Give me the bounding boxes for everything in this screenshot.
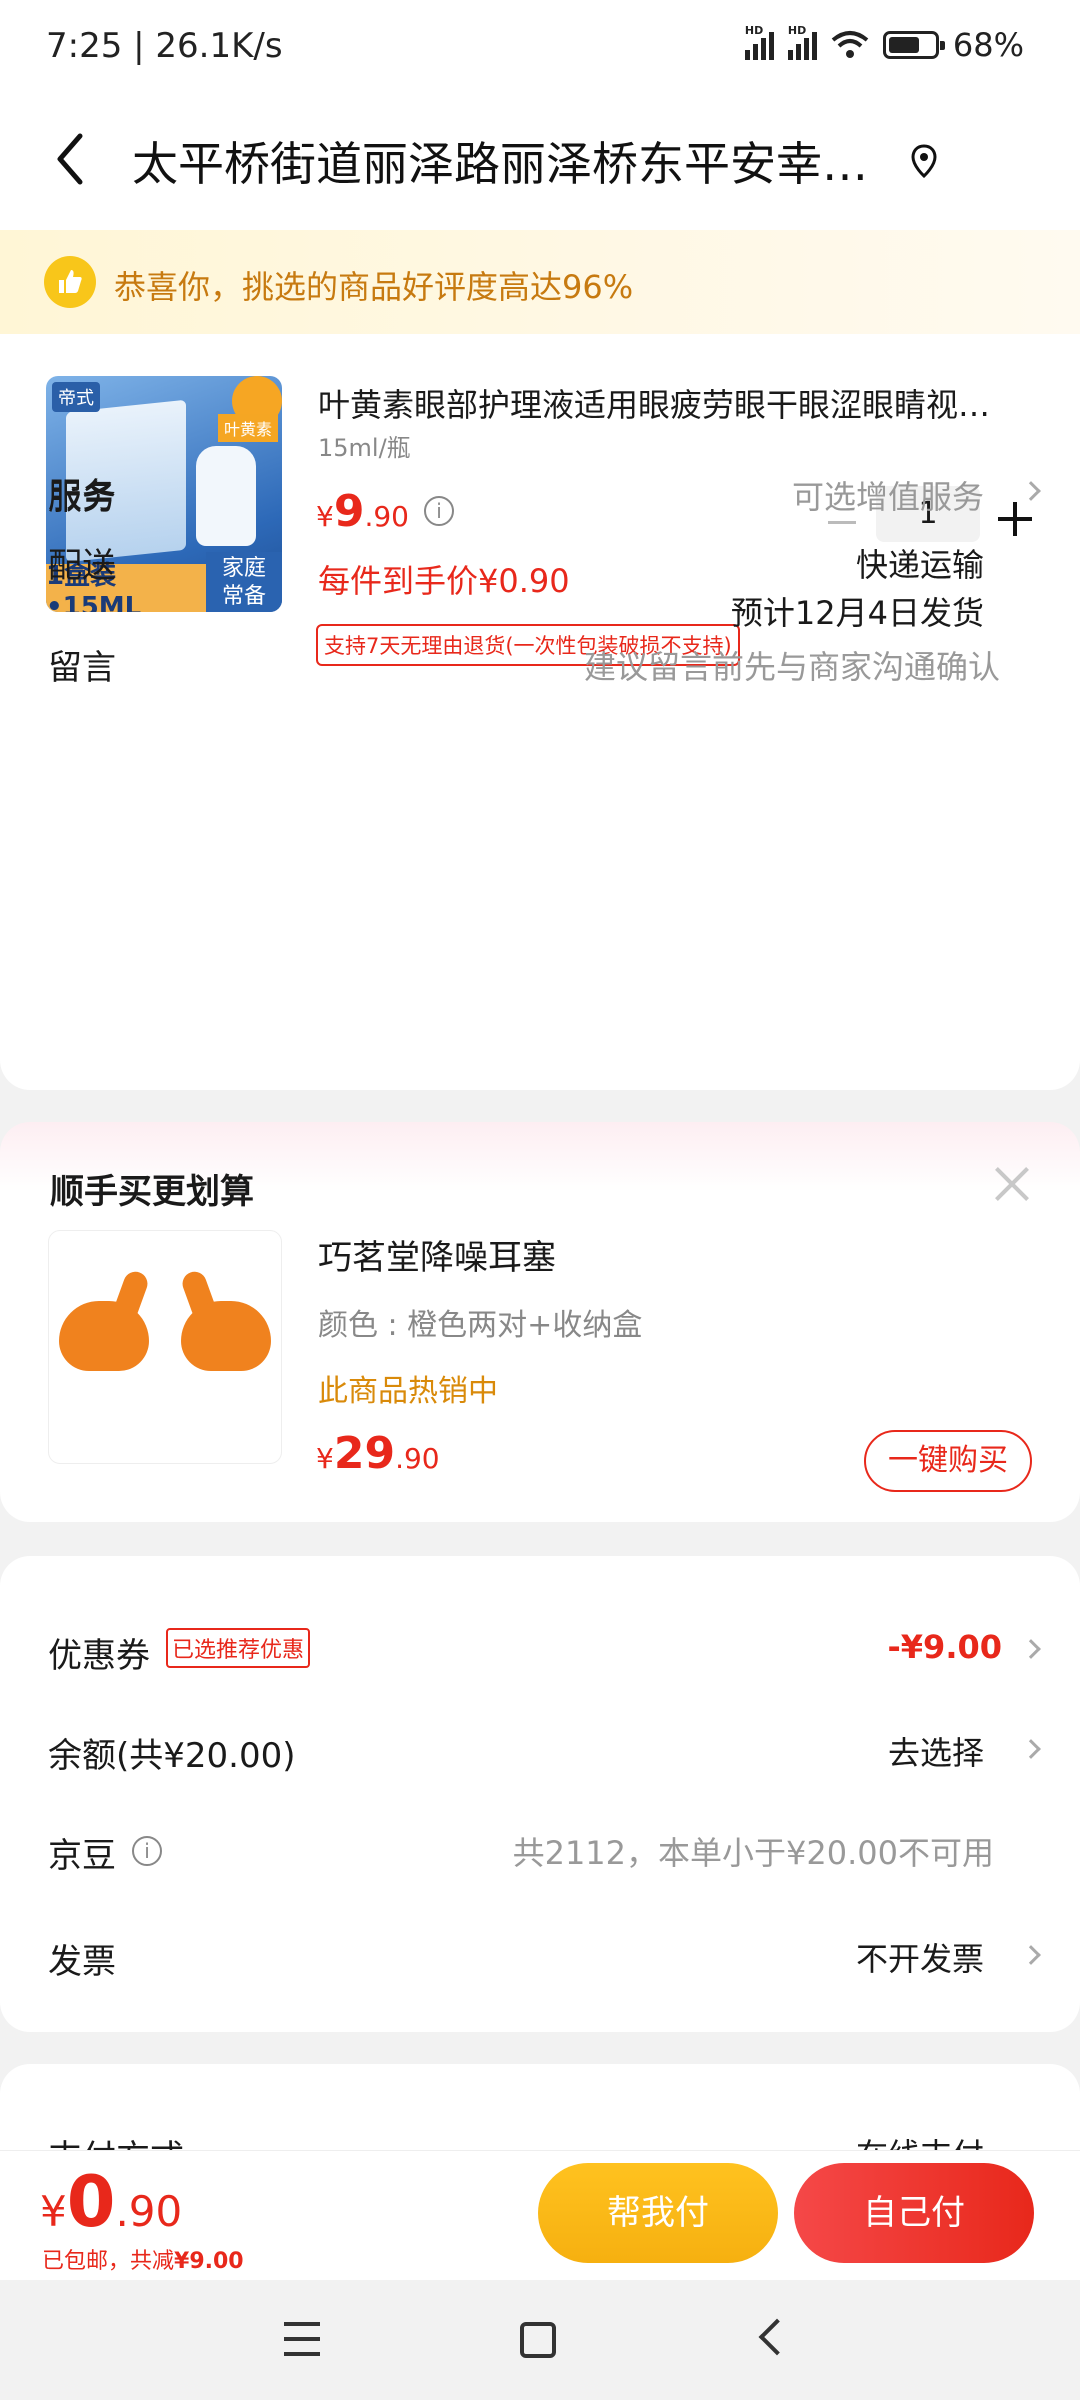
product-image-tag: 叶黄素 (217, 414, 278, 442)
checkout-bar: ¥0.90 已包邮，共减¥9.00 帮我付 自己付 (0, 2150, 1080, 2280)
balance-label: 余额(共¥20.00) (48, 1736, 296, 1776)
upsell-color: 颜色 : 橙色两对+收纳盒 (318, 1308, 643, 1343)
upsell-title: 顺手买更划算 (50, 1172, 254, 1212)
coupon-value[interactable]: -¥9.00 (888, 1628, 1003, 1666)
product-image-brand: 帝式 (52, 382, 100, 412)
battery-icon (882, 31, 945, 59)
status-time: 7:25 | 26.1K/s (46, 26, 283, 66)
upsell-hot: 此商品热销中 (318, 1374, 498, 1409)
home-icon[interactable] (520, 2322, 556, 2358)
coupon-badge: 已选推荐优惠 (166, 1628, 311, 1668)
menu-icon[interactable] (284, 2322, 320, 2356)
invoice-chevron-icon[interactable] (1021, 1945, 1041, 1965)
product-image-family: 家庭 常备 (206, 552, 282, 612)
upsell-product-image[interactable] (48, 1230, 282, 1464)
total-price: ¥0.90 (40, 2161, 183, 2243)
rating-banner: 恭喜你，挑选的商品好评度高达96% (0, 230, 1080, 334)
payment-details-card: 优惠券 已选推荐优惠 -¥9.00 余额(共¥20.00) 去选择 京豆 i 共… (0, 1556, 1080, 2032)
jd-info-icon[interactable]: i (132, 1836, 162, 1866)
earplug-icon (59, 1301, 149, 1371)
total-note: 已包邮，共减¥9.00 (42, 2249, 244, 2274)
upsell-price: ¥29.90 (316, 1428, 440, 1479)
status-icons: HD HD 68% (744, 24, 1024, 64)
delivery-method[interactable]: 快递运输 (856, 540, 984, 586)
back-icon[interactable] (758, 2318, 796, 2356)
help-me-pay-button[interactable]: 帮我付 (538, 2163, 778, 2263)
upsell-name[interactable]: 巧茗堂降噪耳塞 (318, 1230, 556, 1279)
price-info-icon[interactable]: i (424, 496, 454, 526)
wifi-icon (831, 31, 869, 58)
balance-value[interactable]: 去选择 (888, 1728, 984, 1774)
back-arrow-icon[interactable] (46, 124, 96, 194)
status-bar: 7:25 | 26.1K/s HD HD 68% (0, 0, 1080, 90)
thumbs-up-icon (44, 256, 96, 308)
system-nav-bar (0, 2280, 1080, 2400)
message-input[interactable]: 建议留言前先与商家沟通确认 (584, 642, 1000, 688)
invoice-label: 发票 (48, 1942, 116, 1982)
product-price: ¥9.90 (316, 486, 409, 537)
service-value[interactable]: 可选增值服务 (792, 472, 984, 518)
each-price: 每件到手价¥0.90 (318, 562, 570, 600)
close-icon[interactable] (994, 1166, 1030, 1202)
service-label: 服务 (48, 478, 116, 518)
invoice-value[interactable]: 不开发票 (856, 1934, 984, 1980)
quantity-plus-button[interactable] (998, 502, 1032, 536)
product-name[interactable]: 叶黄素眼部护理液适用眼疲劳眼干眼涩眼睛视… (318, 380, 1038, 426)
order-item-card: 帝式 叶黄素 1盒装•15ML 家庭 常备 叶黄素眼部护理液适用眼疲劳眼干眼涩眼睛… (0, 334, 1080, 1090)
balance-chevron-icon[interactable] (1021, 1739, 1041, 1759)
jd-bean-value: 共2112，本单小于¥20.00不可用 (512, 1834, 994, 1872)
page-header: 太平桥街道丽泽路丽泽桥东平安幸… (0, 90, 1080, 230)
address-title[interactable]: 太平桥街道丽泽路丽泽桥东平安幸… (132, 128, 892, 194)
upsell-card: 顺手买更划算 巧茗堂降噪耳塞 颜色 : 橙色两对+收纳盒 此商品热销中 ¥29.… (0, 1122, 1080, 1522)
one-click-buy-button[interactable]: 一键购买 (864, 1430, 1032, 1492)
coupon-chevron-icon[interactable] (1021, 1639, 1041, 1659)
earplug-icon (181, 1301, 271, 1371)
product-spec: 15ml/瓶 (318, 434, 411, 462)
location-pin-icon[interactable] (910, 142, 938, 182)
jd-bean-label: 京豆 (48, 1836, 116, 1876)
message-label: 留言 (48, 648, 116, 688)
pay-myself-button[interactable]: 自己付 (794, 2163, 1034, 2263)
signal-icon: HD (744, 24, 774, 60)
battery-percent: 68% (952, 26, 1024, 64)
banner-text: 恭喜你，挑选的商品好评度高达96% (114, 268, 634, 306)
coupon-label: 优惠券 (48, 1636, 150, 1676)
delivery-date: 预计12月4日发货 (730, 594, 984, 632)
signal-icon-2: HD (787, 24, 817, 60)
delivery-label: 配送 (48, 546, 116, 586)
